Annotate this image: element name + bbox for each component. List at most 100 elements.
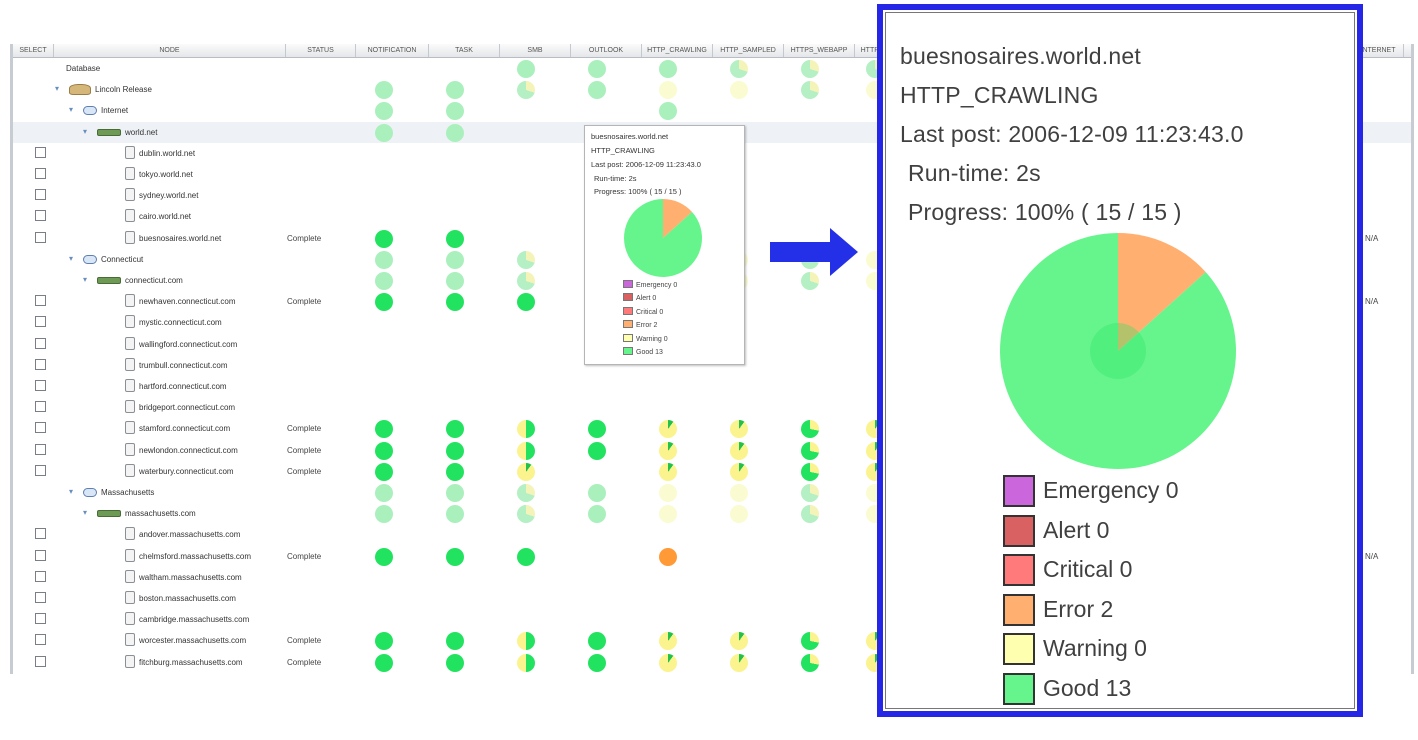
service-status-dot[interactable]: [375, 505, 393, 524]
service-status-dot[interactable]: [659, 653, 677, 672]
service-status-dot[interactable]: [659, 60, 677, 78]
node-label[interactable]: Database: [66, 58, 100, 79]
service-status-dot[interactable]: [659, 462, 677, 481]
header-http-crawling[interactable]: HTTP_CRAWLING: [642, 44, 713, 57]
node-label[interactable]: Massachusetts: [101, 482, 154, 503]
service-status-dot[interactable]: [730, 60, 748, 78]
service-status-dot[interactable]: [375, 293, 393, 312]
node-label[interactable]: Lincoln Release: [95, 79, 152, 100]
service-status-dot[interactable]: [517, 420, 535, 439]
service-status-dot[interactable]: [446, 547, 464, 566]
service-status-dot[interactable]: [801, 505, 819, 524]
node-label[interactable]: waterbury.connecticut.com: [139, 461, 234, 482]
service-status-dot[interactable]: [517, 60, 535, 78]
node-label[interactable]: Connecticut: [101, 249, 143, 270]
service-status-dot[interactable]: [446, 484, 464, 502]
service-status-dot[interactable]: [446, 441, 464, 460]
expand-toggle-icon[interactable]: ▾: [69, 106, 73, 114]
select-checkbox[interactable]: [35, 549, 46, 561]
select-checkbox[interactable]: [35, 146, 46, 158]
service-status-dot[interactable]: [730, 420, 748, 439]
select-checkbox[interactable]: [35, 168, 46, 179]
service-status-dot[interactable]: [517, 272, 535, 290]
service-status-dot[interactable]: [375, 420, 393, 439]
expand-toggle-icon[interactable]: ▾: [69, 488, 73, 496]
service-status-dot[interactable]: [801, 632, 819, 651]
node-label[interactable]: dublin.world.net: [139, 143, 195, 164]
service-status-dot[interactable]: [446, 653, 464, 672]
header-outlook[interactable]: OUTLOOK: [571, 44, 642, 57]
select-checkbox[interactable]: [35, 422, 46, 434]
service-status-dot[interactable]: [446, 123, 464, 142]
node-label[interactable]: buesnosaires.world.net: [139, 228, 221, 249]
node-label[interactable]: boston.massachusetts.com: [139, 588, 236, 609]
node-label[interactable]: worcester.massachusetts.com: [139, 630, 246, 651]
service-status-dot[interactable]: [659, 102, 677, 121]
node-label[interactable]: fitchburg.massachusetts.com: [139, 652, 243, 673]
service-status-dot[interactable]: [517, 250, 535, 269]
node-label[interactable]: massachusetts.com: [125, 503, 196, 524]
service-status-dot[interactable]: [446, 81, 464, 100]
service-status-dot[interactable]: [375, 102, 393, 121]
select-checkbox[interactable]: [35, 380, 46, 391]
header-node[interactable]: NODE: [54, 44, 286, 57]
expand-toggle-icon[interactable]: ▾: [83, 276, 87, 284]
service-status-dot[interactable]: [801, 653, 819, 672]
select-checkbox[interactable]: [35, 401, 46, 413]
service-status-dot[interactable]: [730, 462, 748, 481]
service-status-dot[interactable]: [517, 484, 535, 502]
node-label[interactable]: mystic.connecticut.com: [139, 312, 222, 333]
service-status-dot[interactable]: [517, 293, 535, 312]
header-notification[interactable]: NOTIFICATION: [356, 44, 429, 57]
service-status-dot[interactable]: [588, 420, 606, 439]
service-status-dot[interactable]: [446, 505, 464, 524]
node-label[interactable]: Internet: [101, 100, 128, 121]
select-checkbox[interactable]: [35, 231, 46, 243]
service-status-dot[interactable]: [730, 441, 748, 460]
service-status-dot[interactable]: [801, 441, 819, 460]
service-status-dot[interactable]: [375, 484, 393, 502]
select-checkbox[interactable]: [35, 528, 46, 540]
service-status-dot[interactable]: [446, 272, 464, 290]
service-status-dot[interactable]: [375, 441, 393, 460]
service-status-dot[interactable]: [801, 81, 819, 100]
select-checkbox[interactable]: [35, 570, 46, 582]
service-status-dot[interactable]: [588, 653, 606, 672]
service-status-dot[interactable]: [517, 547, 535, 566]
service-status-dot[interactable]: [375, 462, 393, 481]
expand-toggle-icon[interactable]: ▾: [83, 127, 87, 136]
select-checkbox[interactable]: [35, 634, 46, 646]
node-label[interactable]: newlondon.connecticut.com: [139, 440, 238, 461]
service-status-dot[interactable]: [446, 462, 464, 481]
node-label[interactable]: chelmsford.massachusetts.com: [139, 546, 251, 567]
header-smb[interactable]: SMB: [500, 44, 571, 57]
node-label[interactable]: wallingford.connecticut.com: [139, 334, 237, 355]
select-checkbox[interactable]: [35, 613, 46, 625]
service-status-dot[interactable]: [446, 420, 464, 439]
service-status-dot[interactable]: [446, 250, 464, 269]
node-label[interactable]: cambridge.massachusetts.com: [139, 609, 249, 630]
expand-toggle-icon[interactable]: ▾: [69, 254, 73, 263]
service-status-dot[interactable]: [801, 484, 819, 502]
service-status-dot[interactable]: [659, 632, 677, 651]
service-status-dot[interactable]: [375, 123, 393, 142]
service-status-dot[interactable]: [446, 102, 464, 121]
service-status-dot[interactable]: [801, 462, 819, 481]
node-label[interactable]: tokyo.world.net: [139, 164, 193, 185]
service-status-dot[interactable]: [517, 653, 535, 672]
service-status-dot[interactable]: [375, 632, 393, 651]
node-label[interactable]: waltham.massachusetts.com: [139, 567, 242, 588]
service-status-dot[interactable]: [730, 484, 748, 502]
node-label[interactable]: trumbull.connecticut.com: [139, 355, 227, 376]
header-https-webapp[interactable]: HTTPS_WEBAPP: [784, 44, 855, 57]
select-checkbox[interactable]: [35, 358, 46, 370]
service-status-dot[interactable]: [730, 81, 748, 100]
header-status[interactable]: STATUS: [286, 44, 356, 57]
header-http-sampled[interactable]: HTTP_SAMPLED: [713, 44, 784, 57]
node-label[interactable]: andover.massachusetts.com: [139, 524, 240, 545]
service-status-dot[interactable]: [730, 505, 748, 524]
service-status-dot[interactable]: [659, 484, 677, 502]
node-label[interactable]: hartford.connecticut.com: [139, 376, 227, 397]
service-status-dot[interactable]: [588, 60, 606, 78]
service-status-dot[interactable]: [375, 229, 393, 248]
